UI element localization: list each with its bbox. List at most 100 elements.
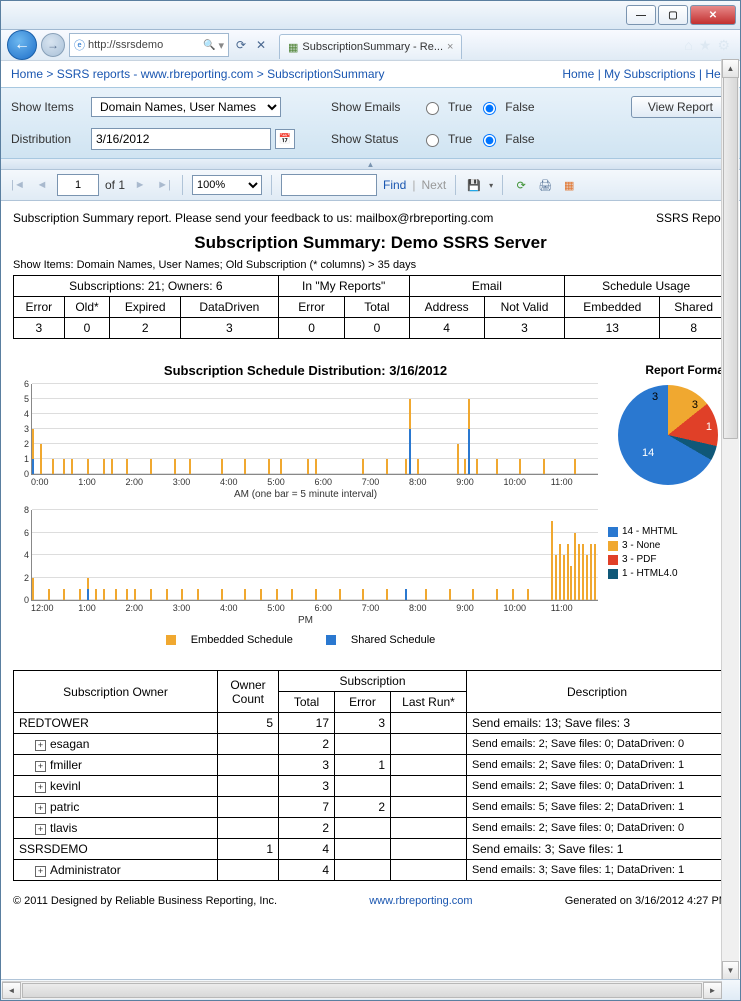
emails-true[interactable] xyxy=(426,102,439,115)
prev-page-button: ◄ xyxy=(33,176,51,194)
pm-caption: PM xyxy=(13,615,598,626)
calendar-icon[interactable]: 📅 xyxy=(275,129,295,149)
scroll-left-icon[interactable]: ◄ xyxy=(2,982,21,999)
breadcrumb-bar: Home > SSRS reports - www.rbreporting.co… xyxy=(1,61,740,87)
find-link[interactable]: Find xyxy=(383,178,406,192)
address-bar[interactable]: ⓔ http://ssrsdemo 🔍 ▾ xyxy=(69,33,229,57)
scroll-right-icon[interactable]: ► xyxy=(703,982,722,999)
table-row: +patric72Send emails: 5; Save files: 2; … xyxy=(14,797,728,818)
report-footer: © 2011 Designed by Reliable Business Rep… xyxy=(13,895,728,907)
show-status-label: Show Status xyxy=(331,132,421,146)
ie-icon: ⓔ xyxy=(74,37,85,53)
tab-title: SubscriptionSummary - Re... xyxy=(302,41,443,53)
refresh-button[interactable]: ⟳ xyxy=(512,176,530,194)
panel-splitter[interactable]: ▲ xyxy=(1,159,740,170)
horizontal-scrollbar[interactable]: ◄ ► xyxy=(2,981,722,999)
export-button[interactable]: 💾 xyxy=(465,176,483,194)
titlebar: — ▢ ✕ xyxy=(1,1,740,30)
chart-title: Subscription Schedule Distribution: 3/16… xyxy=(13,363,598,378)
browser-tab[interactable]: ▦ SubscriptionSummary - Re... × xyxy=(279,34,462,59)
next-page-button: ► xyxy=(131,176,149,194)
status-bar: ◄ ► xyxy=(1,979,740,1000)
crumb-site[interactable]: SSRS reports - www.rbreporting.com xyxy=(57,67,254,81)
expand-icon[interactable]: + xyxy=(35,866,46,877)
link-subscriptions[interactable]: My Subscriptions xyxy=(604,67,695,81)
show-emails-radio: True False xyxy=(421,99,581,115)
back-button[interactable]: ← xyxy=(7,30,37,60)
forward-button[interactable]: → xyxy=(41,33,65,57)
nav-bar: ← → ⓔ http://ssrsdemo 🔍 ▾ ⟳ ✕ ▦ Subscrip… xyxy=(1,30,740,61)
status-false[interactable] xyxy=(483,134,496,147)
tab-close-icon[interactable]: × xyxy=(447,41,453,53)
last-page-button: ►| xyxy=(155,176,173,194)
gear-icon[interactable]: ⚙ xyxy=(717,37,730,54)
distribution-input[interactable] xyxy=(91,128,271,150)
maximize-button[interactable]: ▢ xyxy=(658,5,688,25)
scroll-up-icon[interactable]: ▲ xyxy=(722,59,739,78)
owners-table: Subscription Owner Owner Count Subscript… xyxy=(13,670,728,881)
chart-legend: Embedded Schedule Shared Schedule xyxy=(13,634,598,648)
show-status-radio: True False xyxy=(421,131,581,147)
link-home[interactable]: Home xyxy=(562,67,594,81)
table-row: REDTOWER5173Send emails: 13; Save files:… xyxy=(14,713,728,734)
report-icon: ▦ xyxy=(288,41,298,54)
scroll-thumb-h[interactable] xyxy=(22,983,702,998)
zoom-select[interactable]: 100% xyxy=(192,175,262,195)
scroll-thumb[interactable] xyxy=(723,77,738,439)
pie-legend: 14 - MHTML3 - None3 - PDF1 - HTML4.0 xyxy=(608,525,728,581)
first-page-button: |◄ xyxy=(9,176,27,194)
pm-bar-chart: 02468 xyxy=(31,510,598,601)
pie-title: Report Format xyxy=(608,363,728,377)
report-toolbar: |◄ ◄ of 1 ► ►| 100% Find | Next 💾▾ ⟳ 🖨 ▦ xyxy=(1,170,740,201)
vertical-scrollbar[interactable]: ▲ ▼ xyxy=(721,59,739,980)
show-emails-label: Show Emails xyxy=(331,100,421,114)
expand-icon[interactable]: + xyxy=(35,761,46,772)
page-of: of 1 xyxy=(105,178,125,192)
table-row: +esagan2Send emails: 2; Save files: 0; D… xyxy=(14,734,728,755)
expand-icon[interactable]: + xyxy=(35,824,46,835)
footer-link[interactable]: www.rbreporting.com xyxy=(369,895,472,907)
page-input[interactable] xyxy=(57,174,99,196)
tab-strip: ▦ SubscriptionSummary - Re... × xyxy=(279,31,676,59)
am-caption: AM (one bar = 5 minute interval) xyxy=(13,489,598,500)
crumb-report[interactable]: SubscriptionSummary xyxy=(267,67,384,81)
am-bar-chart: 0123456 xyxy=(31,384,598,475)
stop-icon[interactable]: ✕ xyxy=(253,37,269,53)
find-next-link: Next xyxy=(421,178,446,192)
crumb-home[interactable]: Home xyxy=(11,67,43,81)
report-viewer: Subscription Summary report. Please send… xyxy=(1,201,740,1001)
table-row: SSRSDEMO14Send emails: 3; Save files: 1 xyxy=(14,839,728,860)
favorites-icon[interactable]: ★ xyxy=(699,37,712,54)
table-row: +tlavis2Send emails: 2; Save files: 0; D… xyxy=(14,818,728,839)
refresh-icon[interactable]: ⟳ xyxy=(233,37,249,53)
expand-icon[interactable]: + xyxy=(35,740,46,751)
view-report-button[interactable]: View Report xyxy=(631,96,730,118)
summary-table: Subscriptions: 21; Owners: 6 In "My Repo… xyxy=(13,275,728,339)
breadcrumb-right: Home | My Subscriptions | Help xyxy=(562,67,730,81)
search-icon[interactable]: 🔍 xyxy=(203,40,215,51)
report-intro: Subscription Summary report. Please send… xyxy=(13,211,493,225)
table-row: +kevinl3Send emails: 2; Save files: 0; D… xyxy=(14,776,728,797)
find-input[interactable] xyxy=(281,174,377,196)
emails-false[interactable] xyxy=(483,102,496,115)
minimize-button[interactable]: — xyxy=(626,5,656,25)
print-button[interactable]: 🖨 xyxy=(536,176,554,194)
expand-icon[interactable]: + xyxy=(35,803,46,814)
expand-icon[interactable]: + xyxy=(35,782,46,793)
close-button[interactable]: ✕ xyxy=(690,5,736,25)
table-row: +Administrator4Send emails: 3; Save file… xyxy=(14,860,728,881)
parameter-panel: Show Items Domain Names, User Names Show… xyxy=(1,87,740,159)
atom-button[interactable]: ▦ xyxy=(560,176,578,194)
nav-right-icons: ⌂ ★ ⚙ xyxy=(680,37,734,54)
report-title: Subscription Summary: Demo SSRS Server xyxy=(13,233,728,253)
show-items-select[interactable]: Domain Names, User Names xyxy=(91,97,281,117)
distribution-label: Distribution xyxy=(11,132,91,146)
status-true[interactable] xyxy=(426,134,439,147)
report-brand: SSRS Report xyxy=(656,211,728,225)
home-icon[interactable]: ⌂ xyxy=(684,37,692,54)
table-row: +fmiller31Send emails: 2; Save files: 0;… xyxy=(14,755,728,776)
breadcrumb-left: Home > SSRS reports - www.rbreporting.co… xyxy=(11,67,385,81)
format-pie-chart: 3 3 1 14 xyxy=(618,385,718,485)
url-text: http://ssrsdemo xyxy=(88,39,163,51)
scroll-down-icon[interactable]: ▼ xyxy=(722,961,739,980)
